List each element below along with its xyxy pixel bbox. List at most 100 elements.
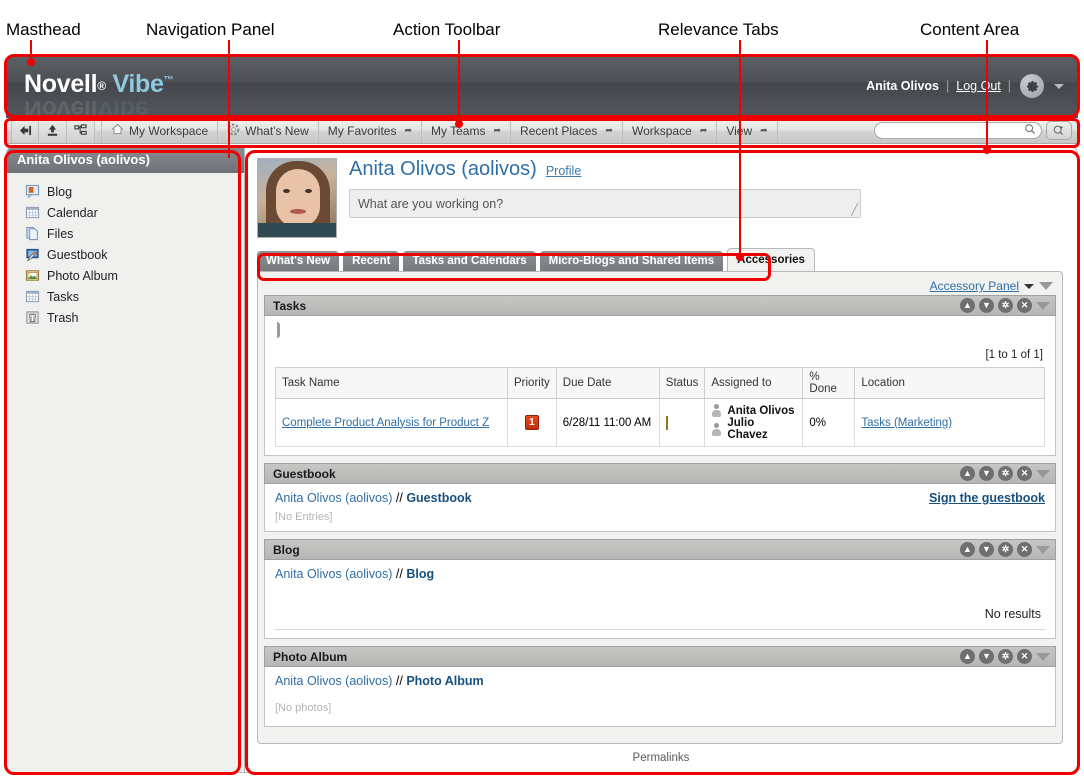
toolbar-item-my-workspace[interactable]: My Workspace — [101, 118, 219, 143]
person-icon — [711, 404, 722, 417]
panel-header-icons: ▲ ▼ ✲ ✕ — [960, 298, 1050, 313]
cell-percent-done: 0% — [802, 398, 856, 447]
search-input[interactable] — [874, 122, 1042, 139]
move-up-icon[interactable]: ▲ — [960, 649, 975, 664]
toolbar-item-my-teams[interactable]: My Teams ➦ — [422, 118, 512, 143]
column-header-priority[interactable]: Priority — [507, 367, 557, 399]
sidebar-item-files[interactable]: Files — [25, 223, 244, 244]
toolbar-item-my-favorites[interactable]: My Favorites ➦ — [319, 118, 423, 143]
triangle-down-icon[interactable] — [1039, 282, 1053, 290]
calendar-icon — [25, 205, 40, 220]
guestbook-empty-text: [No Entries] — [275, 511, 333, 523]
breadcrumb-owner-link[interactable]: Anita Olivos (aolivos) — [275, 567, 392, 581]
resize-grip-icon[interactable]: ╱ — [851, 203, 858, 216]
panel-blog: Blog ▲ ▼ ✲ ✕ Anita Olivos (aolivos) // B… — [264, 539, 1056, 639]
sidebar-item-guestbook[interactable]: Guestbook — [25, 244, 244, 265]
tasks-filter-flag-icon[interactable] — [277, 322, 280, 338]
panel-guestbook-header: Guestbook ▲ ▼ ✲ ✕ — [264, 463, 1056, 484]
toolbar-item-recent-places[interactable]: Recent Places ➦ — [511, 118, 623, 143]
advanced-search-icon[interactable] — [1046, 121, 1072, 140]
person-icon — [711, 422, 722, 436]
tasks-icon — [25, 289, 40, 304]
sidebar-item-photo-album[interactable]: Photo Album — [25, 265, 244, 286]
tab-recent[interactable]: Recent — [343, 251, 400, 271]
tab-tasks-and-calendars[interactable]: Tasks and Calendars — [403, 251, 536, 271]
back-to-workspace-icon[interactable] — [11, 118, 39, 143]
panel-blog-body: Anita Olivos (aolivos) // Blog No result… — [264, 560, 1056, 639]
toolbar-item-workspace[interactable]: Workspace ➦ — [623, 118, 718, 143]
sidebar-item-tasks[interactable]: Tasks — [25, 286, 244, 307]
tab-micro-blogs-and-shared-items[interactable]: Micro-Blogs and Shared Items — [539, 251, 724, 271]
profile-link[interactable]: Profile — [546, 164, 581, 178]
move-down-icon[interactable]: ▼ — [979, 298, 994, 313]
column-header-status[interactable]: Status — [658, 367, 706, 399]
collapse-triangle-icon[interactable] — [1036, 301, 1050, 310]
collapse-triangle-icon[interactable] — [1036, 545, 1050, 554]
status-input[interactable]: What are you working on? ╱ — [349, 189, 861, 218]
configure-icon[interactable]: ✲ — [998, 649, 1013, 664]
panel-title: Blog — [273, 542, 300, 557]
brand-trademark-mark: ™ — [163, 75, 174, 86]
accessories-panel-container: Accessory Panel Tasks ▲ ▼ ✲ ✕ [1 to 1 of… — [257, 271, 1063, 744]
tab-accessories[interactable]: Accessories — [727, 248, 815, 271]
move-up-icon[interactable]: ▲ — [960, 298, 975, 313]
tab-whats-new[interactable]: What's New — [257, 251, 340, 271]
sign-the-guestbook-link[interactable]: Sign the guestbook — [929, 491, 1045, 505]
permalinks-link[interactable]: Permalinks — [245, 752, 1077, 764]
collapse-triangle-icon[interactable] — [1036, 652, 1050, 661]
toolbar-item-label: My Teams — [431, 123, 486, 138]
close-icon[interactable]: ✕ — [1017, 466, 1032, 481]
avatar[interactable] — [257, 158, 337, 238]
close-icon[interactable]: ✕ — [1017, 649, 1032, 664]
column-header-due-date[interactable]: Due Date — [555, 367, 660, 399]
assignee-entry: Anita Olivos — [711, 404, 796, 417]
workspace-tree-icon[interactable] — [67, 118, 95, 143]
configure-icon[interactable]: ✲ — [998, 542, 1013, 557]
configure-icon[interactable]: ✲ — [998, 298, 1013, 313]
move-down-icon[interactable]: ▼ — [979, 542, 994, 557]
current-user-name: Anita Olivos — [866, 79, 940, 93]
photo-album-empty-text: [No photos] — [275, 702, 332, 714]
accessory-panel-link[interactable]: Accessory Panel — [930, 279, 1019, 293]
panel-tasks-header: Tasks ▲ ▼ ✲ ✕ — [264, 295, 1056, 316]
column-header-location[interactable]: Location — [854, 367, 1045, 399]
panel-title: Guestbook — [273, 466, 336, 481]
move-down-icon[interactable]: ▼ — [979, 466, 994, 481]
column-header-percent-done[interactable]: % Done — [802, 367, 856, 399]
chevron-down-icon[interactable] — [1054, 83, 1064, 89]
sidebar-item-calendar[interactable]: Calendar — [25, 202, 244, 223]
toolbar-item-whats-new[interactable]: What's New — [218, 118, 319, 143]
close-icon[interactable]: ✕ — [1017, 542, 1032, 557]
column-header-task-name[interactable]: Task Name — [275, 367, 508, 399]
close-icon[interactable]: ✕ — [1017, 298, 1032, 313]
chevron-down-icon[interactable] — [1024, 283, 1034, 289]
panel-photo-album: Photo Album ▲ ▼ ✲ ✕ Anita Olivos (aolivo… — [264, 646, 1056, 727]
collapse-triangle-icon[interactable] — [1036, 469, 1050, 478]
move-down-icon[interactable]: ▼ — [979, 649, 994, 664]
toolbar-item-view[interactable]: View ➦ — [717, 118, 778, 143]
location-link[interactable]: Tasks (Marketing) — [861, 417, 952, 429]
panel-title: Photo Album — [273, 649, 348, 664]
breadcrumb-owner-link[interactable]: Anita Olivos (aolivos) — [275, 674, 392, 688]
expand-arrow-icon: ➦ — [493, 125, 502, 135]
masthead-separator-1: | — [946, 79, 950, 93]
column-header-assigned-to[interactable]: Assigned to — [704, 367, 804, 399]
trash-icon — [25, 310, 40, 325]
panel-header-icons: ▲ ▼ ✲ ✕ — [960, 466, 1050, 481]
sidebar-item-trash[interactable]: Trash — [25, 307, 244, 328]
panel-photo-album-header: Photo Album ▲ ▼ ✲ ✕ — [264, 646, 1056, 667]
gear-icon[interactable] — [1020, 74, 1044, 98]
upload-icon[interactable] — [39, 118, 67, 143]
sidebar-item-blog[interactable]: Blog — [25, 181, 244, 202]
annotation-label-relevance-tabs: Relevance Tabs — [658, 20, 779, 39]
action-toolbar: My Workspace What's New My Favorites ➦ M… — [6, 118, 1078, 144]
logout-link[interactable]: Log Out — [956, 79, 1000, 93]
task-name-link[interactable]: Complete Product Analysis for Product Z — [282, 417, 489, 429]
configure-icon[interactable]: ✲ — [998, 466, 1013, 481]
navigation-panel: Anita Olivos (aolivos) Blog Calendar Fil… — [6, 145, 244, 773]
breadcrumb-owner-link[interactable]: Anita Olivos (aolivos) — [275, 491, 392, 505]
move-up-icon[interactable]: ▲ — [960, 542, 975, 557]
blog-icon — [25, 184, 40, 199]
sidebar-item-label: Tasks — [47, 289, 79, 304]
move-up-icon[interactable]: ▲ — [960, 466, 975, 481]
